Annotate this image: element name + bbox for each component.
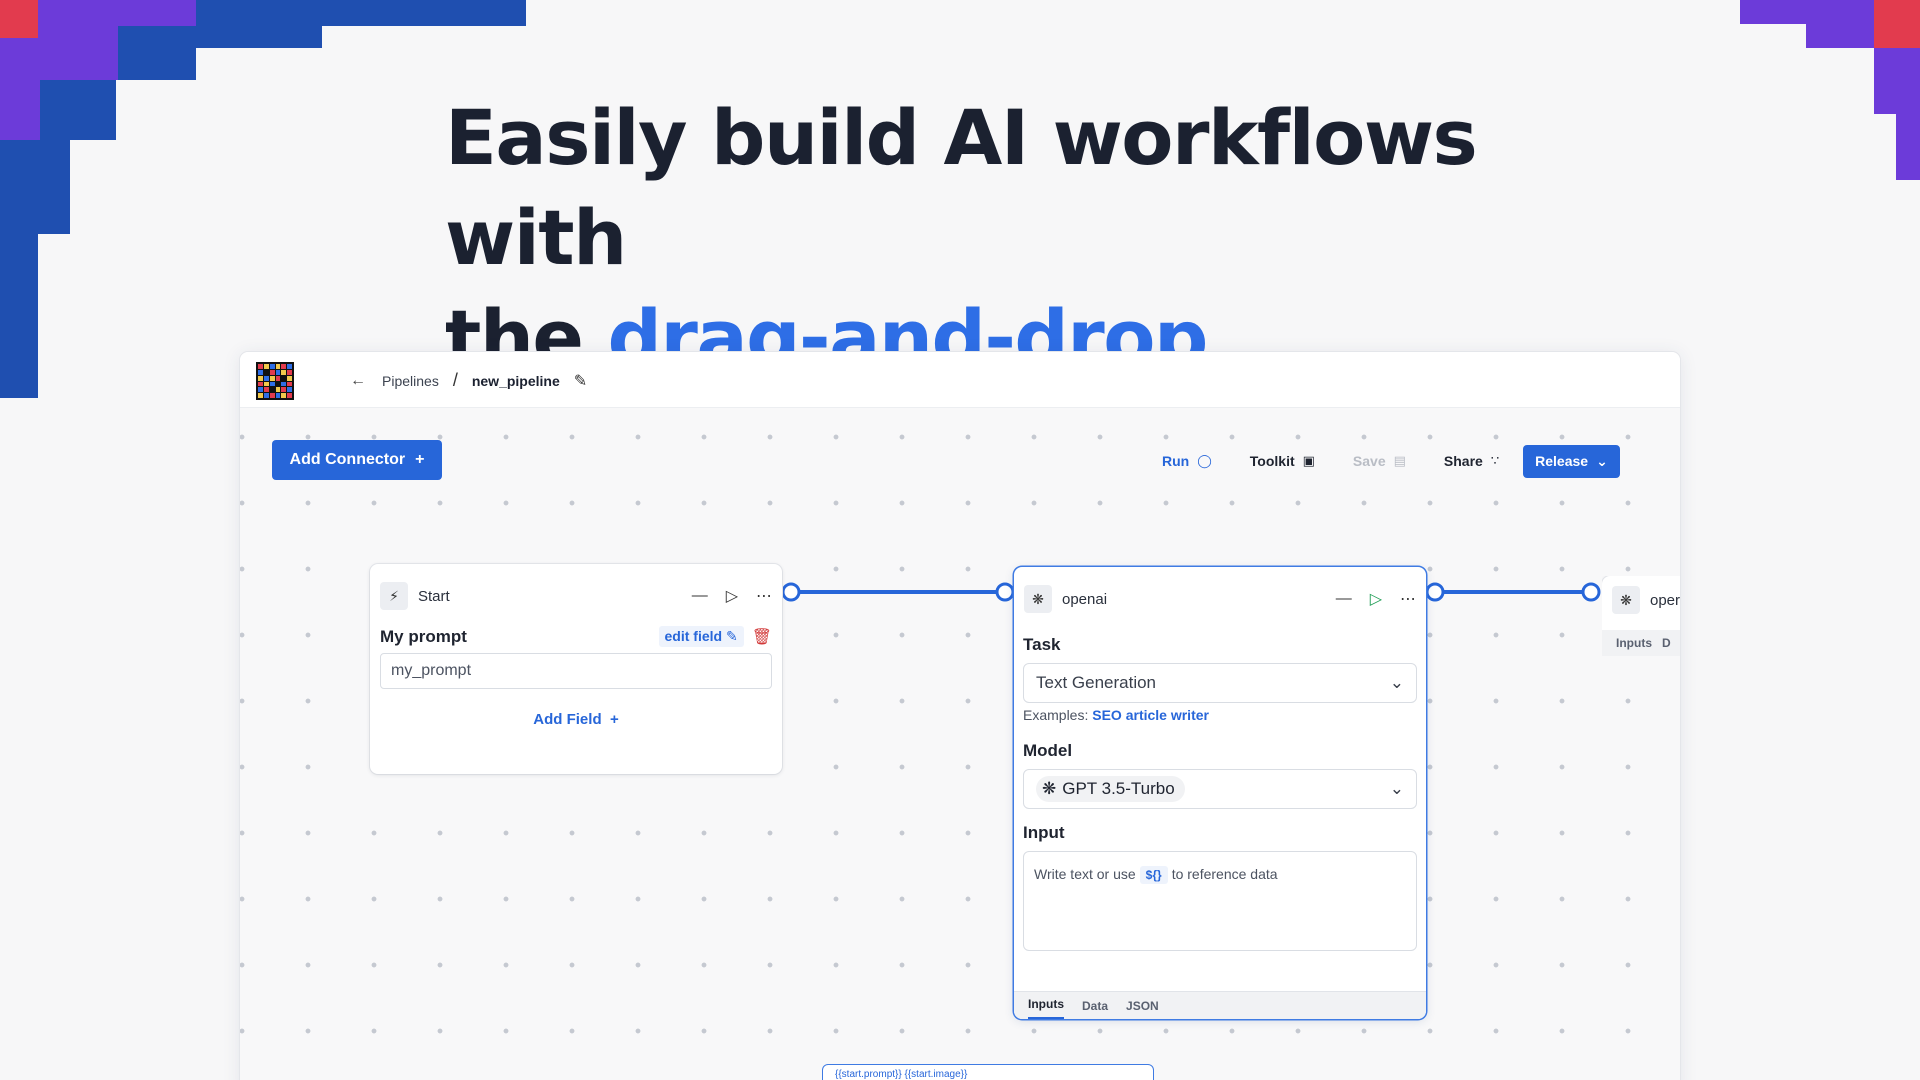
openai-logo-icon: ❋ (1612, 586, 1640, 614)
prompt-field-row: My prompt edit field ✎ 🗑 (370, 616, 782, 653)
start-node-actions: — ▷ ⋯ (692, 586, 772, 606)
release-label: Release (1535, 453, 1589, 469)
minimize-icon[interactable]: — (692, 587, 708, 605)
openai-node-2-header: ❋ oper (1602, 580, 1680, 620)
breadcrumb: ← Pipelines / new_pipeline ✎ (350, 370, 587, 391)
run-button[interactable]: Run ◯ (1162, 453, 1212, 469)
openai-node-2-tabs: Inputs D (1602, 630, 1680, 656)
floppy-disk-icon: ▤ (1393, 453, 1406, 468)
start-node[interactable]: ⚡ Start — ▷ ⋯ My prompt edit field ✎ 🗑 m… (370, 564, 782, 774)
save-button[interactable]: Save ▤ (1353, 453, 1406, 469)
edit-field-label: edit field (664, 628, 723, 644)
task-examples: Examples: SEO article writer (1023, 707, 1417, 723)
top-bar: ← Pipelines / new_pipeline ✎ (240, 352, 1680, 408)
openai-node-2-clip: ❋ oper Inputs D (1602, 576, 1680, 656)
add-connector-button[interactable]: Add Connector + (272, 440, 442, 480)
play-icon[interactable]: ▷ (726, 586, 738, 606)
openai-logo-icon: ❋ (1024, 585, 1052, 613)
prompt-input[interactable]: my_prompt (380, 653, 772, 689)
task-select[interactable]: Text Generation ⌄ (1023, 663, 1417, 703)
app-logo[interactable] (256, 362, 294, 400)
share-label: Share (1443, 453, 1483, 469)
minimize-icon[interactable]: — (1336, 590, 1352, 608)
openai-node-header: ❋ openai — ▷ ⋯ (1014, 579, 1426, 619)
chevron-down-icon: ⌄ (1389, 779, 1404, 798)
toolkit-label: Toolkit (1249, 453, 1295, 469)
input-placeholder-post: to reference data (1171, 866, 1278, 882)
model-select[interactable]: ❋ GPT 3.5-Turbo ⌄ (1023, 769, 1417, 809)
openai-node-2-tab-more[interactable]: D (1662, 636, 1671, 650)
start-node-title: Start (418, 587, 450, 605)
plus-icon: + (415, 451, 425, 468)
breadcrumb-separator: / (452, 370, 458, 390)
run-label: Run (1162, 453, 1190, 469)
arrow-left-icon[interactable]: ← (350, 372, 366, 390)
prompt-input-wrap: my_prompt (370, 653, 782, 689)
chevron-down-icon: ⌄ (1389, 673, 1404, 692)
more-icon[interactable]: ⋯ (1400, 589, 1416, 609)
pipeline-name: new_pipeline (471, 372, 560, 389)
bottom-node[interactable]: {{start.prompt}} {{start.image}} (822, 1064, 1154, 1080)
tab-json[interactable]: JSON (1126, 999, 1159, 1019)
toolkit-icon: ▣ (1302, 453, 1315, 468)
openai-node-2[interactable]: ❋ oper Inputs D (1602, 576, 1680, 656)
play-icon[interactable]: ▷ (1370, 589, 1382, 609)
task-value: Text Generation (1036, 673, 1157, 692)
openai-node-body: Task Text Generation ⌄ Examples: SEO art… (1014, 619, 1426, 951)
openai-node-tabs: Inputs Data JSON (1014, 991, 1426, 1019)
add-connector-label: Add Connector (289, 451, 406, 468)
lightning-icon: ⚡ (380, 582, 408, 610)
more-icon[interactable]: ⋯ (756, 586, 772, 606)
share-icon: ∵ (1490, 453, 1500, 468)
task-label: Task (1023, 635, 1061, 654)
openai-node[interactable]: ❋ openai — ▷ ⋯ Task Text Generation ⌄ Ex… (1014, 567, 1426, 1019)
openai-node-2-tab-inputs[interactable]: Inputs (1616, 636, 1652, 650)
prompt-field-label: My prompt (380, 626, 467, 646)
model-label: Model (1023, 741, 1073, 760)
bottom-node-text: {{start.prompt}} {{start.image}} (835, 1069, 968, 1080)
openai-node-2-title: oper (1650, 591, 1680, 609)
input-label: Input (1023, 823, 1065, 842)
examples-prefix: Examples: (1023, 707, 1093, 723)
input-textarea[interactable]: Write text or use ${} to reference data (1023, 851, 1417, 951)
pencil-icon[interactable]: ✎ (574, 371, 587, 391)
trash-icon[interactable]: 🗑 (752, 627, 772, 647)
breadcrumb-pipelines[interactable]: Pipelines (382, 373, 439, 389)
openai-node-actions: — ▷ ⋯ (1336, 589, 1416, 609)
edit-field-button[interactable]: edit field ✎ (658, 626, 744, 647)
input-placeholder-pre: Write text or use (1034, 866, 1136, 882)
start-node-header: ⚡ Start — ▷ ⋯ (370, 576, 782, 616)
add-field-label: Add Field (533, 711, 602, 728)
openai-logo-icon: ❋ (1042, 779, 1057, 798)
toolkit-button[interactable]: Toolkit ▣ (1250, 453, 1315, 469)
openai-node-title: openai (1062, 590, 1108, 608)
tab-inputs[interactable]: Inputs (1028, 997, 1064, 1019)
share-button[interactable]: Share ∵ (1444, 453, 1499, 469)
pencil-small-icon: ✎ (725, 628, 738, 644)
tab-data[interactable]: Data (1082, 999, 1108, 1019)
examples-link[interactable]: SEO article writer (1092, 707, 1209, 723)
model-pill: ❋ GPT 3.5-Turbo (1036, 776, 1185, 802)
model-value: GPT 3.5-Turbo (1062, 779, 1175, 798)
play-circle-icon: ◯ (1197, 453, 1212, 468)
add-field-button[interactable]: Add Field + (370, 711, 782, 728)
save-label: Save (1352, 453, 1386, 469)
plus-icon: + (605, 711, 619, 728)
chevron-down-icon: ⌄ (1596, 452, 1608, 469)
reference-chip[interactable]: ${} (1139, 866, 1168, 884)
release-button[interactable]: Release ⌄ (1523, 444, 1620, 478)
pipeline-toolbar: Run ◯ Toolkit ▣ Save ▤ Share ∵ Release ⌄ (1146, 442, 1646, 480)
hero-line-1: Easily build AI workflows with (445, 93, 1478, 282)
